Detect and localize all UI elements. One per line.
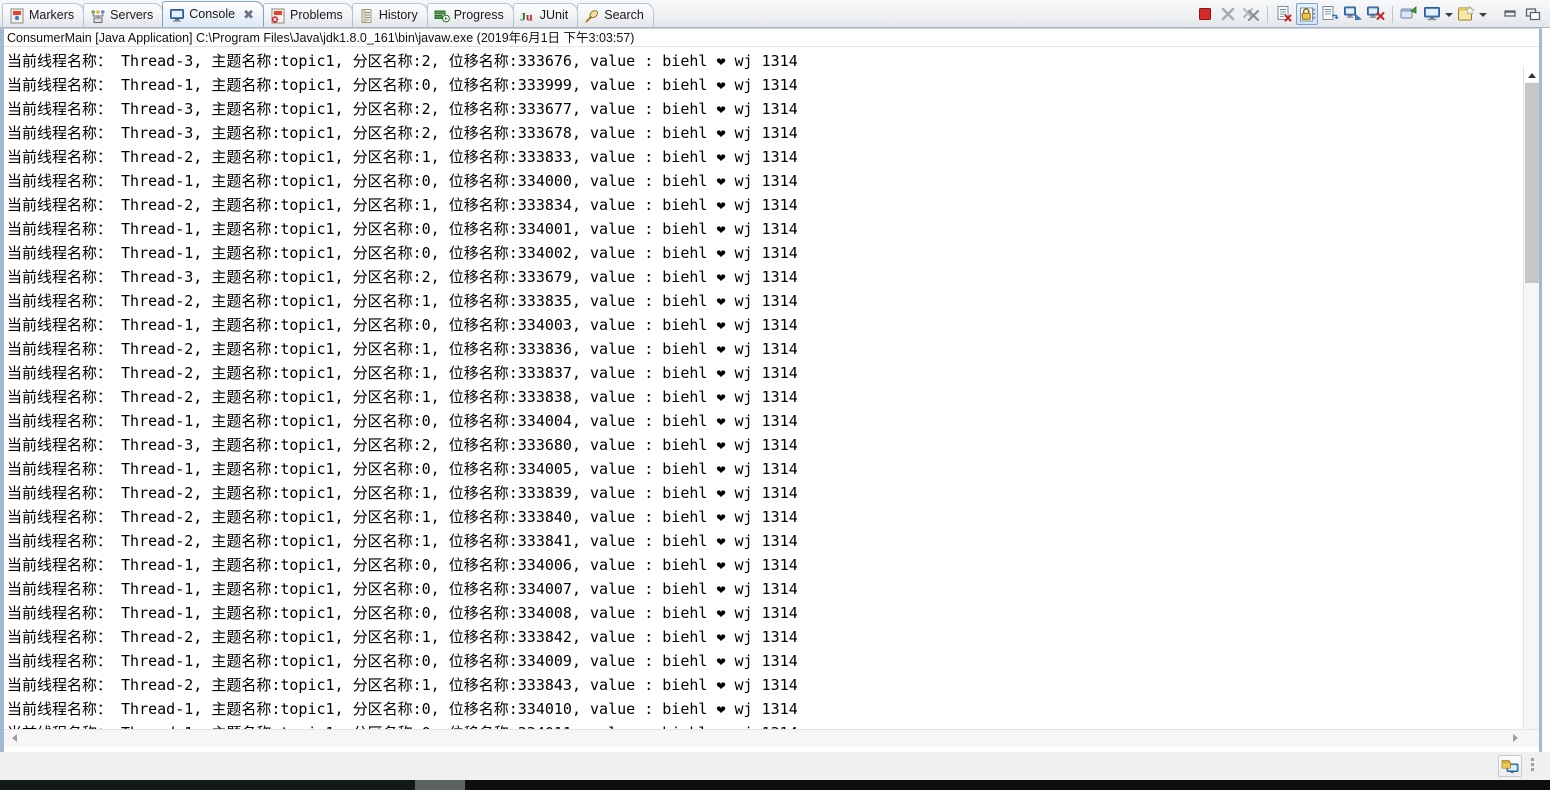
console-view-toolbar [1190,1,1550,27]
toolbar-separator [1392,5,1393,23]
console-log-line: 当前线程名称： Thread-3, 主题名称:topic1, 分区名称:2, 位… [7,436,798,454]
console-log-line: 当前线程名称： Thread-1, 主题名称:topic1, 分区名称:0, 位… [7,652,798,670]
pin-console-button[interactable] [1398,3,1420,25]
tab-problems[interactable]: Problems [263,3,353,27]
console-log-line: 当前线程名称： Thread-2, 主题名称:topic1, 分区名称:1, 位… [7,364,798,382]
console-log[interactable]: 当前线程名称： Thread-3, 主题名称:topic1, 分区名称:2, 位… [4,47,1539,745]
servers-icon [90,8,106,24]
markers-icon [9,8,25,24]
console-log-line: 当前线程名称： Thread-2, 主题名称:topic1, 分区名称:1, 位… [7,628,798,646]
tab-label: History [378,8,418,23]
console-log-line: 当前线程名称： Thread-1, 主题名称:topic1, 分区名称:0, 位… [7,412,798,430]
console-log-line: 当前线程名称： Thread-3, 主题名称:topic1, 分区名称:2, 位… [7,124,798,142]
remove-launch-button[interactable] [1217,3,1239,25]
console-output-area[interactable]: 当前线程名称： Thread-3, 主题名称:topic1, 分区名称:2, 位… [4,47,1539,747]
tab-markers[interactable]: Markers [2,3,85,27]
view-tab-bar: Markers Servers Console ✖ Problems Histo… [0,0,1550,28]
tab-history[interactable]: History [351,3,428,27]
console-icon [169,7,185,23]
open-console-button[interactable] [1455,3,1477,25]
console-log-line: 当前线程名称： Thread-1, 主题名称:topic1, 分区名称:0, 位… [7,604,798,622]
tab-progress[interactable]: Progress [426,3,514,27]
remote-systems-status-icon[interactable] [1498,755,1522,777]
console-log-line: 当前线程名称： Thread-2, 主题名称:topic1, 分区名称:1, 位… [7,676,798,694]
svg-text:u: u [526,9,533,23]
minimize-view-button[interactable] [1499,3,1521,25]
console-log-line: 当前线程名称： Thread-1, 主题名称:topic1, 分区名称:0, 位… [7,172,798,190]
console-log-line: 当前线程名称： Thread-1, 主题名称:topic1, 分区名称:0, 位… [7,700,798,718]
chevron-down-icon[interactable] [1444,3,1454,25]
search-icon [584,8,600,24]
vertical-scroll-thumb[interactable] [1525,83,1539,283]
clear-console-button[interactable] [1273,3,1295,25]
console-log-line: 当前线程名称： Thread-3, 主题名称:topic1, 分区名称:2, 位… [7,100,798,118]
tab-label: Problems [290,8,343,23]
console-log-line: 当前线程名称： Thread-1, 主题名称:topic1, 分区名称:0, 位… [7,76,798,94]
word-wrap-button[interactable] [1319,3,1341,25]
tab-label: Markers [29,8,75,23]
status-bar [0,752,1550,780]
console-log-line: 当前线程名称： Thread-2, 主题名称:topic1, 分区名称:1, 位… [7,292,798,310]
taskbar-segment-left [0,780,415,790]
console-horizontal-scrollbar[interactable] [4,729,1539,747]
tab-label: Servers [110,8,154,23]
tab-console[interactable]: Console ✖ [162,1,265,27]
console-log-line: 当前线程名称： Thread-2, 主题名称:topic1, 分区名称:1, 位… [7,340,798,358]
console-log-line: 当前线程名称： Thread-2, 主题名称:topic1, 分区名称:1, 位… [7,148,798,166]
progress-icon [434,8,450,24]
show-console-stderr-button[interactable] [1365,3,1387,25]
scroll-up-icon[interactable] [1524,66,1539,82]
scroll-left-icon[interactable] [6,730,23,747]
history-icon [359,8,375,24]
tab-label: Console [189,7,236,22]
console-log-line: 当前线程名称： Thread-1, 主题名称:topic1, 分区名称:0, 位… [7,220,798,238]
console-log-line: 当前线程名称： Thread-1, 主题名称:topic1, 分区名称:0, 位… [7,556,798,574]
os-taskbar-strip [0,780,1550,790]
console-log-line: 当前线程名称： Thread-2, 主题名称:topic1, 分区名称:1, 位… [7,196,798,214]
tab-label: JUnit [539,8,569,23]
tab-label: Search [604,8,644,23]
scroll-lock-button[interactable] [1296,3,1318,25]
tab-strip: Markers Servers Console ✖ Problems Histo… [0,0,654,27]
taskbar-segment-active [415,780,465,790]
resize-grip[interactable] [1528,756,1538,776]
console-log-line: 当前线程名称： Thread-1, 主题名称:topic1, 分区名称:0, 位… [7,460,798,478]
terminate-button[interactable] [1194,3,1216,25]
close-icon[interactable]: ✖ [243,8,254,21]
console-log-line: 当前线程名称： Thread-2, 主题名称:topic1, 分区名称:1, 位… [7,532,798,550]
console-log-line: 当前线程名称： Thread-3, 主题名称:topic1, 分区名称:2, 位… [7,268,798,286]
console-log-line: 当前线程名称： Thread-1, 主题名称:topic1, 分区名称:0, 位… [7,316,798,334]
console-vertical-scrollbar[interactable] [1523,66,1539,747]
remove-all-terminated-button[interactable] [1240,3,1262,25]
console-log-line: 当前线程名称： Thread-1, 主题名称:topic1, 分区名称:0, 位… [7,580,798,598]
taskbar-segment-right [465,780,1550,790]
tab-junit[interactable]: J u JUnit [512,3,579,27]
console-log-line: 当前线程名称： Thread-3, 主题名称:topic1, 分区名称:2, 位… [7,52,798,70]
problems-icon [270,8,286,24]
console-process-label: ConsumerMain [Java Application] C:\Progr… [4,29,1539,47]
console-log-line: 当前线程名称： Thread-2, 主题名称:topic1, 分区名称:1, 位… [7,508,798,526]
console-log-line: 当前线程名称： Thread-2, 主题名称:topic1, 分区名称:1, 位… [7,388,798,406]
tab-search[interactable]: Search [577,3,654,27]
display-selected-console-button[interactable] [1421,3,1443,25]
junit-icon: J u [520,8,536,24]
tab-label: Progress [453,8,504,23]
toolbar-separator [1267,5,1268,23]
tab-servers[interactable]: Servers [83,3,164,27]
console-log-line: 当前线程名称： Thread-2, 主题名称:topic1, 分区名称:1, 位… [7,484,798,502]
maximize-view-button[interactable] [1522,3,1544,25]
console-view: ConsumerMain [Java Application] C:\Progr… [0,28,1542,766]
scroll-right-icon[interactable] [1508,730,1525,747]
show-console-stdout-button[interactable] [1342,3,1364,25]
chevron-down-icon[interactable] [1478,3,1488,25]
console-log-line: 当前线程名称： Thread-1, 主题名称:topic1, 分区名称:0, 位… [7,244,798,262]
